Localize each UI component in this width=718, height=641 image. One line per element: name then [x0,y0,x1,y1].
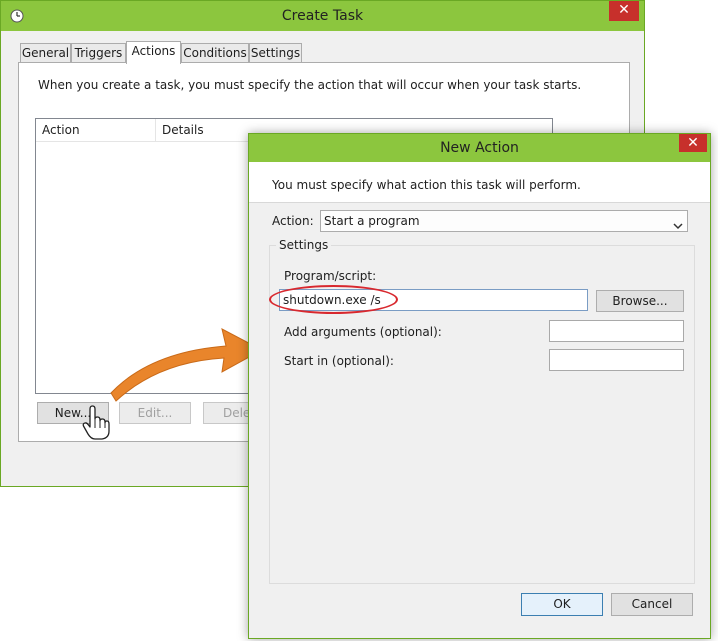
chevron-down-icon [673,216,683,236]
settings-group-label: Settings [276,238,332,252]
hand-cursor-icon [82,405,110,444]
cancel-button[interactable]: Cancel [611,593,693,616]
new-action-close-button[interactable]: ✕ [679,134,707,152]
new-action-titlebar: New Action ✕ [249,134,710,162]
start-in-input[interactable] [549,349,684,371]
tab-general[interactable]: General [20,43,71,63]
actions-description: When you create a task, you must specify… [38,78,582,92]
start-in-label: Start in (optional): [284,354,394,368]
tab-conditions-label: Conditions [183,46,247,60]
create-task-titlebar: Create Task ✕ [1,1,644,31]
tab-triggers[interactable]: Triggers [71,43,126,63]
new-action-window: New Action ✕ You must specify what actio… [248,133,711,639]
highlight-ellipse [269,285,398,314]
column-header-action[interactable]: Action [42,123,80,137]
create-task-title: Create Task [281,8,364,24]
column-divider [155,119,156,141]
ok-button[interactable]: OK [521,593,603,616]
tab-general-label: General [21,46,70,60]
close-icon: ✕ [618,2,630,18]
tab-actions-label: Actions [131,44,176,58]
new-action-title: New Action [440,140,519,156]
column-header-details[interactable]: Details [162,123,204,137]
create-task-close-button[interactable]: ✕ [609,1,639,21]
close-icon: ✕ [687,135,699,151]
tab-triggers-label: Triggers [74,46,123,60]
tab-actions[interactable]: Actions [126,41,181,64]
new-action-description: You must specify what action this task w… [272,178,581,192]
new-action-header-panel: You must specify what action this task w… [249,162,710,203]
tab-settings-label: Settings [250,46,301,60]
add-arguments-label: Add arguments (optional): [284,325,442,339]
browse-button[interactable]: Browse... [596,290,684,312]
edit-button[interactable]: Edit... [119,402,191,424]
add-arguments-input[interactable] [549,320,684,342]
tab-settings[interactable]: Settings [249,43,302,63]
tab-conditions[interactable]: Conditions [181,43,249,63]
action-label: Action: [272,214,314,228]
action-select[interactable]: Start a program [320,210,688,232]
action-select-value: Start a program [324,214,420,228]
program-script-label: Program/script: [284,269,377,283]
